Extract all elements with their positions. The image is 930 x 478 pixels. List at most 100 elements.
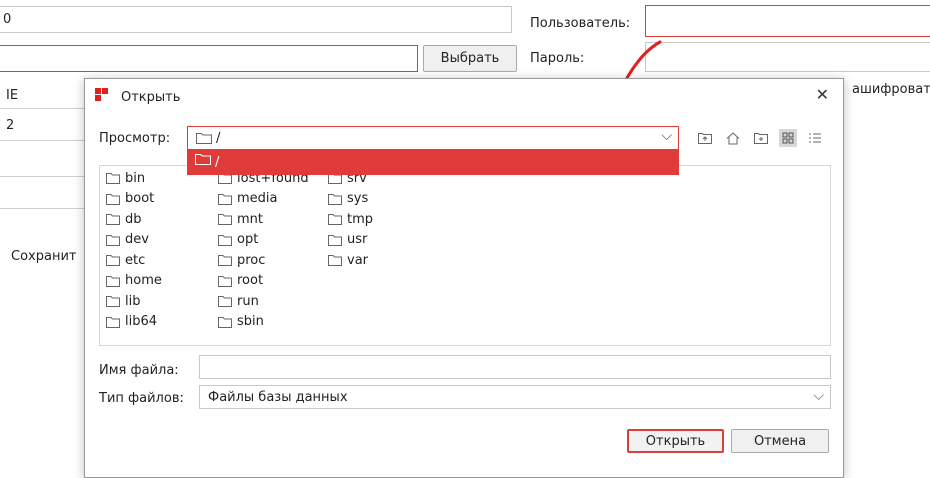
background-divider <box>0 208 84 209</box>
folder-icon <box>328 255 342 267</box>
filetype-select[interactable]: Файлы базы данных ⌵ <box>199 385 831 409</box>
background-divider <box>0 108 84 109</box>
file-list-item[interactable]: db <box>106 209 162 230</box>
file-list-item-label: var <box>347 252 369 268</box>
open-file-dialog: Открыть ✕ Просмотр: / ⌵ bin boot db dev etc h… <box>84 78 844 478</box>
cancel-button[interactable]: Отмена <box>731 429 829 453</box>
file-list-item-label: sbin <box>237 314 264 330</box>
details-view-icon[interactable] <box>807 130 823 146</box>
filename-label: Имя файла: <box>99 363 179 378</box>
file-list-item[interactable]: mnt <box>218 209 309 230</box>
file-list-item-label: mnt <box>237 211 263 227</box>
user-field[interactable] <box>645 5 930 37</box>
folder-icon <box>328 193 342 205</box>
file-column-2: lost+found media mnt opt proc root run sbin <box>218 168 309 332</box>
select-button[interactable]: Выбрать <box>423 45 517 72</box>
background-divider <box>0 176 84 177</box>
chevron-down-icon: ⌵ <box>661 128 672 144</box>
lookin-combo[interactable]: / ⌵ <box>187 126 679 150</box>
file-list-item-label: run <box>237 293 259 309</box>
home-icon[interactable] <box>725 130 741 146</box>
folder-icon <box>218 296 232 308</box>
background-field-top[interactable]: 0 <box>0 6 512 33</box>
file-list-item-label: media <box>237 191 278 207</box>
folder-icon <box>218 214 232 226</box>
file-list-item-label: root <box>237 273 264 289</box>
file-list-item-label: etc <box>125 252 146 268</box>
file-list-item[interactable]: usr <box>328 230 373 251</box>
folder-icon <box>218 316 232 328</box>
file-list-item-label: db <box>125 211 142 227</box>
file-list-item-label: bin <box>125 170 146 186</box>
file-list-item[interactable]: etc <box>106 250 162 271</box>
folder-icon <box>106 316 120 328</box>
dropdown-option-root: / <box>215 155 220 170</box>
user-label: Пользователь: <box>530 16 631 31</box>
lookin-dropdown-list[interactable]: / <box>187 150 679 175</box>
new-folder-icon[interactable] <box>753 130 769 146</box>
folder-icon <box>328 234 342 246</box>
file-list-item[interactable]: bin <box>106 168 162 189</box>
password-label: Пароль: <box>530 51 585 66</box>
background-path-field[interactable] <box>0 45 418 72</box>
folder-icon <box>106 296 120 308</box>
file-list-item-label: usr <box>347 232 368 248</box>
file-column-1: bin boot db dev etc home lib lib64 <box>106 168 162 332</box>
folder-icon <box>106 275 120 287</box>
file-list-item-label: tmp <box>347 211 374 227</box>
file-list[interactable]: bin boot db dev etc home lib lib64 lost+found me… <box>99 165 831 346</box>
file-list-item[interactable]: boot <box>106 189 162 210</box>
app-logo-icon <box>95 88 108 101</box>
folder-icon <box>218 234 232 246</box>
file-list-item[interactable]: media <box>218 189 309 210</box>
file-list-item[interactable]: home <box>106 271 162 292</box>
dialog-title: Открыть <box>121 90 181 105</box>
lookin-value: / <box>216 131 221 146</box>
save-button-fragment[interactable]: Сохранит <box>11 249 76 264</box>
folder-icon <box>328 214 342 226</box>
folder-icon <box>106 234 120 246</box>
folder-icon <box>195 154 211 165</box>
filetype-label: Тип файлов: <box>99 391 184 406</box>
file-list-item[interactable]: sbin <box>218 312 309 333</box>
file-list-item-label: lib <box>125 293 141 309</box>
background-value-ie: IE <box>6 88 19 103</box>
folder-icon <box>106 214 120 226</box>
file-list-item[interactable]: root <box>218 271 309 292</box>
file-list-item-label: dev <box>125 232 149 248</box>
folder-icon <box>106 255 120 267</box>
filetype-value: Файлы базы данных <box>208 390 348 405</box>
chevron-down-icon: ⌵ <box>813 388 824 404</box>
encrypt-checkbox-label[interactable]: ашифровать <box>852 82 930 97</box>
file-list-item[interactable]: sys <box>328 189 373 210</box>
file-list-item-label: lib64 <box>125 314 158 330</box>
folder-icon <box>218 193 232 205</box>
folder-icon <box>106 173 120 185</box>
file-list-item[interactable]: tmp <box>328 209 373 230</box>
file-list-item[interactable]: opt <box>218 230 309 251</box>
file-list-item-label: home <box>125 273 162 289</box>
file-column-3: srv sys tmp usr var <box>328 168 373 271</box>
file-list-item[interactable]: var <box>328 250 373 271</box>
file-list-item[interactable]: lib64 <box>106 312 162 333</box>
folder-icon <box>106 193 120 205</box>
file-list-item-label: sys <box>347 191 369 207</box>
file-list-item[interactable]: run <box>218 291 309 312</box>
background-divider <box>0 140 84 141</box>
file-list-item-label: opt <box>237 232 259 248</box>
background-value-2: 2 <box>6 118 15 133</box>
filename-input[interactable] <box>199 355 831 379</box>
file-list-item-label: boot <box>125 191 155 207</box>
open-button[interactable]: Открыть <box>627 429 724 453</box>
folder-icon <box>196 133 212 144</box>
folder-icon <box>218 255 232 267</box>
up-folder-icon[interactable] <box>697 130 713 146</box>
list-view-icon[interactable] <box>779 129 797 147</box>
lookin-label: Просмотр: <box>99 131 171 146</box>
close-icon[interactable]: ✕ <box>816 85 829 104</box>
file-list-item[interactable]: proc <box>218 250 309 271</box>
file-list-item[interactable]: lib <box>106 291 162 312</box>
file-list-item-label: proc <box>237 252 266 268</box>
file-list-item[interactable]: dev <box>106 230 162 251</box>
background-field-top-value: 0 <box>3 12 12 27</box>
